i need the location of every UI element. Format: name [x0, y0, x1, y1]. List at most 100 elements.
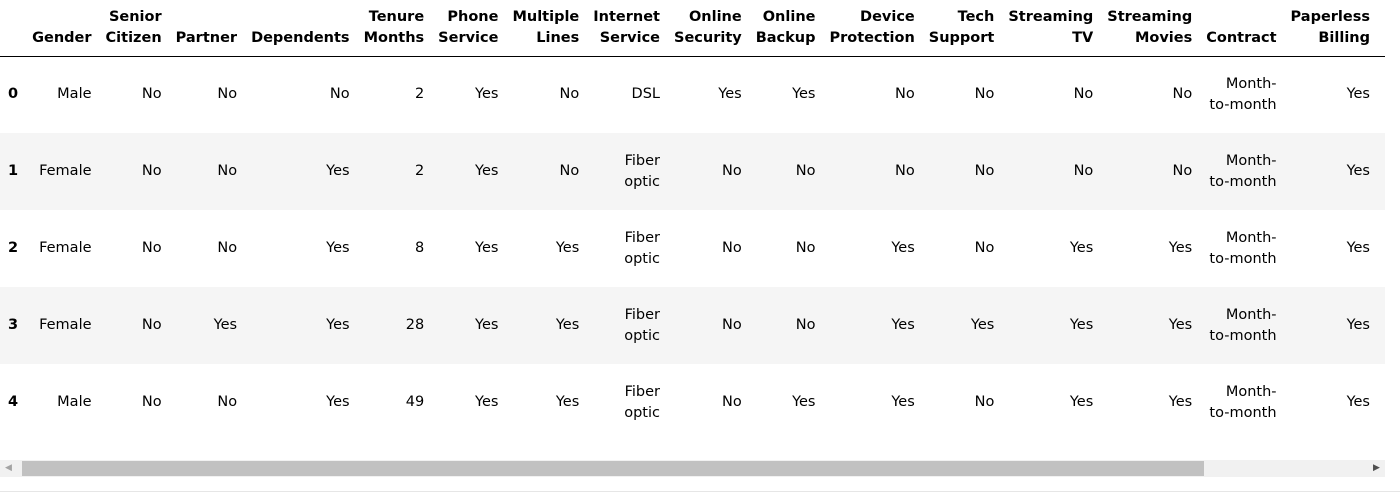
table-cell: No: [217, 86, 238, 103]
table-cell: Yes: [1346, 394, 1370, 410]
row-index: 1: [8, 163, 19, 179]
table-cell: No: [1172, 163, 1193, 179]
table-cell: No: [217, 394, 238, 410]
table-cell: Male: [57, 394, 92, 410]
table-cell: No: [974, 86, 995, 103]
row-index: 3: [8, 317, 19, 333]
table-cell: 49: [405, 394, 425, 410]
table-cell: Month-to-month: [1209, 383, 1277, 421]
table-cell: No: [895, 86, 915, 103]
table-cell: Yes: [475, 86, 499, 103]
table-cell: No: [217, 240, 238, 256]
table-cell: No: [141, 86, 162, 103]
table-cell: Yes: [792, 86, 816, 103]
table-cell: Yes: [326, 317, 350, 333]
column-header: Phone Service: [431, 0, 506, 57]
column-header: Online Backup: [748, 0, 823, 57]
table-cell: No: [141, 240, 162, 256]
table-cell: Yes: [475, 317, 499, 333]
table-cell: Yes: [555, 394, 580, 410]
table-cell: No: [559, 86, 580, 103]
table-cell: No: [141, 163, 162, 179]
column-header: Gender: [25, 0, 99, 57]
table-cell: Yes: [1069, 394, 1094, 410]
table-cell: 2: [414, 163, 425, 179]
column-header: Senior Citizen: [98, 0, 169, 57]
column-header: Payment Method: [1377, 0, 1385, 57]
table-cell: No: [1073, 86, 1094, 103]
table-cell: No: [721, 317, 742, 333]
table-cell: Yes: [475, 394, 499, 410]
table-cell: Fiber optic: [624, 306, 660, 344]
table-cell: No: [721, 394, 742, 410]
table-cell: Fiber optic: [624, 383, 660, 421]
column-header: Tech Support: [921, 0, 1002, 57]
table-cell: Yes: [326, 394, 350, 410]
index-header: [0, 0, 26, 57]
table-row: 2 Female No No Yes 8 Yes Yes Fiber optic No No Yes N…: [0, 210, 1385, 287]
column-header: Device Protection: [822, 0, 922, 57]
table-cell: Yes: [1346, 317, 1370, 333]
table-cell: Yes: [891, 394, 915, 410]
table-cell: No: [1073, 163, 1094, 179]
table-cell: Bank transfer (automatic): [1377, 364, 1385, 441]
table-cell: No: [974, 240, 995, 256]
table-cell: 28: [405, 317, 425, 333]
table-cell: Female: [39, 163, 92, 179]
table-cell: No: [329, 86, 350, 103]
row-index: 2: [8, 240, 19, 256]
table-cell: Month-to-month: [1209, 152, 1277, 190]
table-cell: No: [895, 163, 915, 179]
table-cell: Mailed check: [1377, 56, 1385, 133]
scrollbar-thumb[interactable]: [22, 461, 1204, 476]
table-cell: Month-to-month: [1209, 306, 1277, 344]
table-cell: Yes: [555, 317, 580, 333]
table-cell: No: [721, 240, 742, 256]
table-cell: No: [974, 394, 995, 410]
table-cell: Yes: [475, 240, 499, 256]
row-index: 4: [8, 394, 19, 410]
table-row: 3 Female No Yes Yes 28 Yes Yes Fiber optic No No Ye…: [0, 287, 1385, 364]
table-cell: No: [559, 163, 580, 179]
column-header: Internet Service: [586, 0, 667, 57]
table-cell: Yes: [213, 317, 238, 333]
column-header: Dependents: [244, 0, 357, 57]
row-index: 0: [8, 86, 19, 103]
column-header: Paperless Billing: [1283, 0, 1377, 57]
table-cell: Electronic check: [1377, 287, 1385, 364]
table-cell: Electronic check: [1377, 210, 1385, 287]
table-cell: Yes: [891, 240, 915, 256]
dataframe-viewport: Gender Senior Citizen Partner Dependents Ten…: [0, 0, 1385, 460]
table-cell: No: [217, 163, 238, 179]
table-row: 1 Female No No Yes 2 Yes No Fiber optic No No No No N…: [0, 133, 1385, 210]
table-cell: Yes: [1346, 86, 1370, 103]
table-cell: Yes: [718, 86, 742, 103]
table-cell: Yes: [1346, 163, 1370, 179]
table-cell: No: [1172, 86, 1193, 103]
output-divider: [0, 491, 1400, 492]
column-header: Partner: [168, 0, 245, 57]
table-cell: Yes: [326, 240, 350, 256]
table-cell: Female: [39, 240, 92, 256]
table-cell: No: [795, 240, 816, 256]
table-row: 0 Male No No No 2 Yes No DSL Yes Yes No No No No Month-…: [0, 56, 1385, 133]
table-cell: Yes: [1069, 317, 1094, 333]
column-header: Contract: [1199, 0, 1284, 57]
table-row: 4 Male No No Yes 49 Yes Yes Fiber optic No Yes Yes N…: [0, 364, 1385, 441]
table-cell: 8: [414, 240, 425, 256]
scroll-right-arrow-icon[interactable]: ▶: [1368, 460, 1385, 477]
table-cell: Fiber optic: [624, 152, 660, 190]
dataframe-table: Gender Senior Citizen Partner Dependents Ten…: [0, 0, 1385, 441]
table-cell: No: [141, 317, 162, 333]
table-cell: No: [974, 163, 995, 179]
column-header: Multiple Lines: [505, 0, 587, 57]
table-cell: Yes: [1346, 240, 1370, 256]
table-cell: Yes: [792, 394, 816, 410]
table-cell: Yes: [1168, 240, 1193, 256]
table-cell: Yes: [1168, 394, 1193, 410]
horizontal-scrollbar[interactable]: ◀ ▶: [0, 460, 1385, 477]
scroll-left-arrow-icon[interactable]: ◀: [0, 460, 17, 477]
table-cell: Electronic check: [1377, 133, 1385, 210]
table-cell: Yes: [326, 163, 350, 179]
table-cell: No: [721, 163, 742, 179]
